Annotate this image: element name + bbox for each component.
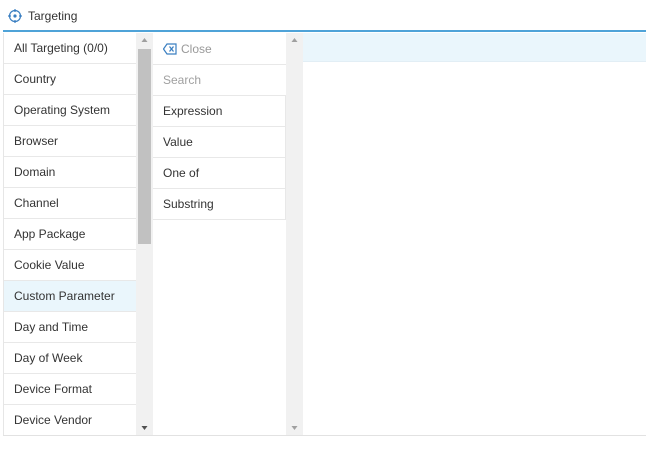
option-value[interactable]: Value bbox=[153, 127, 286, 158]
category-item-channel[interactable]: Channel bbox=[4, 188, 136, 219]
category-list-scrollbar[interactable] bbox=[136, 33, 153, 435]
category-item-cookie-value[interactable]: Cookie Value bbox=[4, 250, 136, 281]
scrollbar-thumb[interactable] bbox=[138, 49, 151, 244]
category-item-app-package[interactable]: App Package bbox=[4, 219, 136, 250]
scroll-up-arrow-icon[interactable] bbox=[136, 33, 153, 47]
category-item-operating-system[interactable]: Operating System bbox=[4, 95, 136, 126]
close-icon bbox=[163, 42, 177, 55]
scroll-down-arrow-icon[interactable] bbox=[286, 421, 303, 435]
close-button[interactable]: Close bbox=[153, 33, 286, 65]
submenu-scrollbar[interactable] bbox=[286, 33, 303, 435]
crosshair-icon bbox=[8, 8, 22, 23]
category-list: All Targeting (0/0) Country Operating Sy… bbox=[3, 33, 136, 435]
category-item-day-of-week[interactable]: Day of Week bbox=[4, 343, 136, 374]
category-item-device-vendor[interactable]: Device Vendor bbox=[4, 405, 136, 435]
category-item-custom-parameter[interactable]: Custom Parameter bbox=[4, 281, 136, 312]
targeting-panel: Targeting All Targeting (0/0) Country Op… bbox=[3, 1, 646, 436]
scroll-up-arrow-icon[interactable] bbox=[286, 33, 303, 47]
category-item-all-targeting[interactable]: All Targeting (0/0) bbox=[4, 33, 136, 64]
search-input[interactable] bbox=[153, 65, 286, 95]
panel-header: Targeting bbox=[3, 1, 646, 32]
category-item-domain[interactable]: Domain bbox=[4, 157, 136, 188]
category-item-browser[interactable]: Browser bbox=[4, 126, 136, 157]
close-label: Close bbox=[181, 41, 212, 56]
option-substring[interactable]: Substring bbox=[153, 189, 286, 220]
scroll-down-arrow-icon[interactable] bbox=[136, 421, 153, 435]
category-item-device-format[interactable]: Device Format bbox=[4, 374, 136, 405]
option-one-of[interactable]: One of bbox=[153, 158, 286, 189]
detail-highlight-row bbox=[303, 33, 646, 62]
parameter-submenu: Close Expression Value One of Substring bbox=[153, 33, 286, 435]
category-item-day-and-time[interactable]: Day and Time bbox=[4, 312, 136, 343]
panel-title: Targeting bbox=[28, 8, 78, 23]
search-row bbox=[153, 65, 286, 96]
option-expression[interactable]: Expression bbox=[153, 96, 286, 127]
category-item-country[interactable]: Country bbox=[4, 64, 136, 95]
detail-pane bbox=[303, 33, 646, 435]
